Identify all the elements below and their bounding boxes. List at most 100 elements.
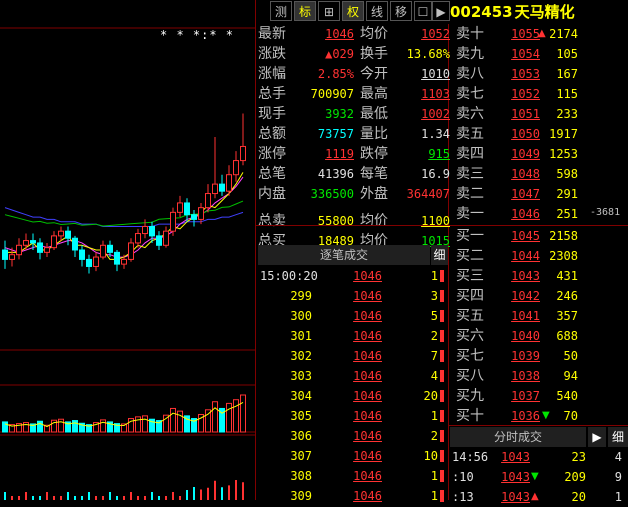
indicator-bar bbox=[18, 496, 20, 500]
quote-label: 今开 bbox=[360, 66, 388, 82]
kline-chart[interactable] bbox=[0, 0, 256, 500]
quote-value: 2.85% bbox=[317, 67, 354, 81]
quote-label: 涨停 bbox=[258, 146, 286, 162]
bid-row[interactable]: 买四 1042 246 bbox=[454, 286, 628, 306]
quote-value: 13.68% bbox=[406, 47, 450, 61]
ask-row[interactable]: 卖六 1051 233 bbox=[454, 104, 628, 124]
quote-label: 总额 bbox=[258, 126, 286, 142]
quote-label: 最低 bbox=[360, 106, 388, 122]
minute-time: 14:56 bbox=[452, 450, 489, 464]
bid-row[interactable]: 买九 1037 540 bbox=[454, 386, 628, 406]
ask-row[interactable]: 卖九 1054 105 bbox=[454, 44, 628, 64]
quote-value: 1046 bbox=[325, 27, 354, 41]
tick-index: 307 bbox=[290, 449, 312, 463]
volume-bar bbox=[240, 394, 246, 433]
candle-body bbox=[135, 233, 141, 244]
ask-volume: 1917 bbox=[549, 127, 578, 141]
ask-row[interactable]: 卖三 1048 598 bbox=[454, 164, 628, 184]
candle-body bbox=[219, 183, 225, 192]
bid-volume: 94 bbox=[563, 369, 578, 383]
kline-chart-panel[interactable]: * * *:* * bbox=[0, 0, 256, 500]
quote-value: 1052 bbox=[421, 27, 450, 41]
minute-price: 1043 bbox=[501, 450, 530, 464]
quote-label: 量比 bbox=[360, 126, 388, 142]
ask-row[interactable]: 卖七 1052 115 bbox=[454, 84, 628, 104]
bid-row[interactable]: 买二 1044 2308 bbox=[454, 246, 628, 266]
tick-detail-button[interactable]: 细 bbox=[431, 245, 448, 265]
candle-body bbox=[177, 202, 183, 213]
quote-label: 换手 bbox=[360, 46, 388, 62]
ask-label: 卖四 bbox=[456, 146, 484, 162]
tick-price: 1046 bbox=[353, 269, 382, 283]
quote-value: 915 bbox=[428, 147, 450, 161]
tick-marker bbox=[440, 370, 444, 382]
grid-icon[interactable]: ⊞ bbox=[318, 1, 340, 21]
bid-volume: 540 bbox=[556, 389, 578, 403]
bid-label: 买七 bbox=[456, 348, 484, 364]
bid-label: 买八 bbox=[456, 368, 484, 384]
quote-value: 1010 bbox=[421, 67, 450, 81]
ask-price: 1049 bbox=[511, 147, 540, 161]
tick-marker bbox=[440, 470, 444, 482]
minute-play-button[interactable]: ▶ bbox=[588, 427, 606, 447]
ask-row[interactable]: 卖二 1047 291 bbox=[454, 184, 628, 204]
indicator-bar bbox=[25, 492, 27, 500]
measure-button[interactable]: 测 bbox=[270, 1, 292, 21]
play-icon[interactable]: ▶ bbox=[432, 1, 450, 21]
indicator-button[interactable]: 标 bbox=[294, 1, 316, 21]
candle-body bbox=[198, 207, 204, 220]
ask-label: 卖一 bbox=[456, 206, 484, 222]
minute-time: :10 bbox=[452, 470, 474, 484]
tick-volume: 1 bbox=[430, 469, 438, 483]
minute-detail-button[interactable]: 细 bbox=[608, 427, 628, 447]
quote-label: 最高 bbox=[360, 86, 388, 102]
candle-body bbox=[72, 237, 78, 251]
indicator-bar bbox=[60, 496, 62, 500]
ask-row[interactable]: 卖十 1055 ▲ 2174 bbox=[454, 24, 628, 44]
tick-marker bbox=[440, 350, 444, 362]
quote-value: 41396 bbox=[317, 167, 354, 181]
tick-price: 1046 bbox=[353, 329, 382, 343]
indicator-bar bbox=[221, 487, 223, 500]
candle-body bbox=[149, 225, 155, 237]
bid-row[interactable]: 买八 1038 94 bbox=[454, 366, 628, 386]
tick-marker bbox=[440, 330, 444, 342]
box-icon[interactable]: ☐ bbox=[414, 1, 432, 21]
indicator-bar bbox=[109, 492, 111, 500]
tick-row: 303 1046 4 bbox=[256, 366, 448, 386]
bid-row[interactable]: 买五 1041 357 bbox=[454, 306, 628, 326]
ask-row[interactable]: 卖五 1050 1917 bbox=[454, 124, 628, 144]
move-button[interactable]: 移 bbox=[390, 1, 412, 21]
bid-row[interactable]: 买十 1036 ▼ 70 bbox=[454, 406, 628, 426]
tick-volume: 2 bbox=[430, 329, 438, 343]
bid-row[interactable]: 买一 1045 2158 bbox=[454, 226, 628, 246]
tick-index: 299 bbox=[290, 289, 312, 303]
stock-code: 002453 bbox=[450, 3, 513, 21]
candle-body bbox=[86, 258, 92, 267]
bid-label: 买十 bbox=[456, 408, 484, 424]
quote-row: 总笔 41396 每笔 16.9 bbox=[256, 164, 452, 184]
tick-volume: 1 bbox=[430, 409, 438, 423]
indicator-bar bbox=[186, 490, 188, 500]
indicator-bar bbox=[4, 492, 6, 500]
ask-price: 1053 bbox=[511, 67, 540, 81]
tick-volume: 3 bbox=[430, 289, 438, 303]
indicator-bar bbox=[228, 485, 230, 500]
bid-price: 1036 bbox=[511, 409, 540, 423]
indicator-bar bbox=[158, 496, 160, 500]
bid-row[interactable]: 买三 1043 431 bbox=[454, 266, 628, 286]
bid-row[interactable]: 买七 1039 50 bbox=[454, 346, 628, 366]
rights-button[interactable]: 权 bbox=[342, 1, 364, 21]
tick-row: 306 1046 2 bbox=[256, 426, 448, 446]
bid-price: 1037 bbox=[511, 389, 540, 403]
tick-row: 300 1046 5 bbox=[256, 306, 448, 326]
ask-volume: 2174 bbox=[549, 27, 578, 41]
minute-count: 1 bbox=[614, 490, 622, 504]
ask-label: 卖三 bbox=[456, 166, 484, 182]
bid-row[interactable]: 买六 1040 688 bbox=[454, 326, 628, 346]
ask-row[interactable]: 卖八 1053 167 bbox=[454, 64, 628, 84]
ask-row[interactable]: 卖四 1049 1253 bbox=[454, 144, 628, 164]
indicator-bar bbox=[95, 496, 97, 500]
line-button[interactable]: 线 bbox=[366, 1, 388, 21]
indicator-bar bbox=[88, 492, 90, 500]
